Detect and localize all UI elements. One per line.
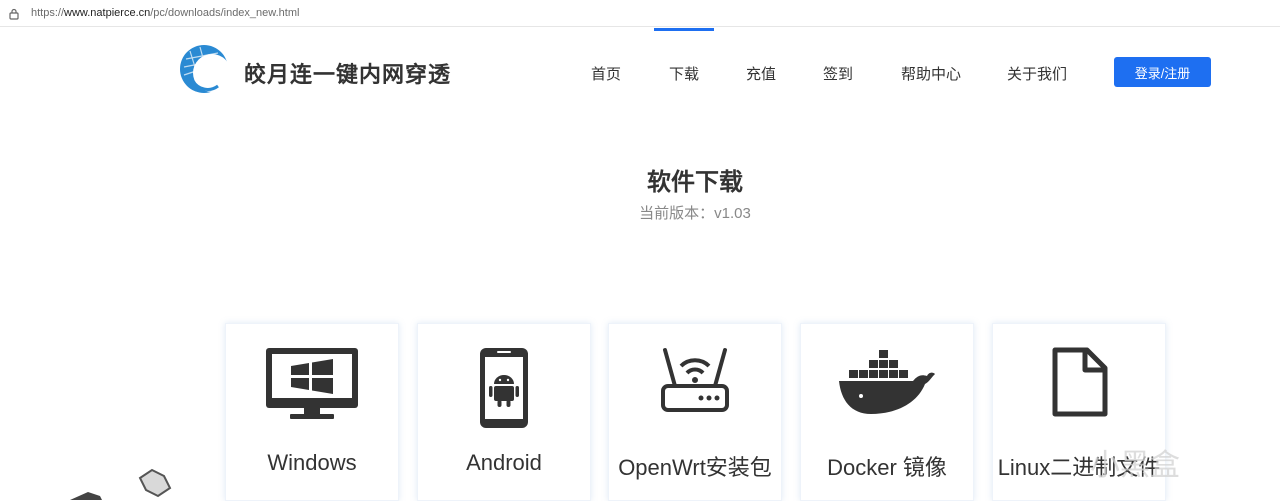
version-label: 当前版本： — [639, 205, 715, 222]
download-label: Docker 镜像 — [827, 455, 947, 480]
nav-about-us[interactable]: 关于我们 — [1007, 63, 1067, 84]
brand-name[interactable]: 皎月连一键内网穿透 — [244, 57, 451, 89]
address-bar[interactable]: https://www.natpierce.cn/pc/downloads/in… — [0, 0, 1280, 27]
router-icon — [661, 348, 729, 412]
site-logo-icon[interactable] — [178, 43, 230, 95]
nav-help-center[interactable]: 帮助中心 — [901, 63, 961, 84]
download-label: OpenWrt安装包 — [618, 455, 772, 480]
lock-icon — [9, 8, 19, 20]
page-title: 软件下载 — [647, 169, 743, 196]
docker-whale-icon — [839, 350, 935, 414]
login-register-button[interactable]: 登录/注册 — [1114, 57, 1211, 87]
version-value: v1.03 — [714, 205, 751, 222]
nav-checkin[interactable]: 签到 — [823, 63, 853, 84]
watermark-text: 小黑盒 — [1090, 449, 1180, 482]
download-label: Windows — [267, 450, 357, 475]
android-phone-icon — [480, 348, 528, 428]
download-card-windows[interactable]: Windows — [225, 323, 399, 501]
site-header: 皎月连一键内网穿透 首页 下载 充值 签到 帮助中心 关于我们 登录/注册 — [0, 27, 1280, 117]
monitor-windows-icon — [266, 348, 358, 419]
nav-download[interactable]: 下载 — [669, 63, 699, 84]
decorative-figure-icon — [70, 468, 172, 500]
current-version: 当前版本：v1.03 — [0, 202, 1280, 223]
download-label: Android — [466, 450, 542, 475]
download-card-openwrt[interactable]: OpenWrt安装包 — [608, 323, 782, 501]
download-card-docker[interactable]: Docker 镜像 — [800, 323, 974, 501]
url-text[interactable]: https://www.natpierce.cn/pc/downloads/in… — [31, 7, 299, 19]
download-card-android[interactable]: Android — [417, 323, 591, 501]
file-icon — [1052, 347, 1108, 417]
active-nav-indicator — [654, 28, 714, 31]
nav-home[interactable]: 首页 — [591, 63, 621, 84]
nav-recharge[interactable]: 充值 — [746, 63, 776, 84]
